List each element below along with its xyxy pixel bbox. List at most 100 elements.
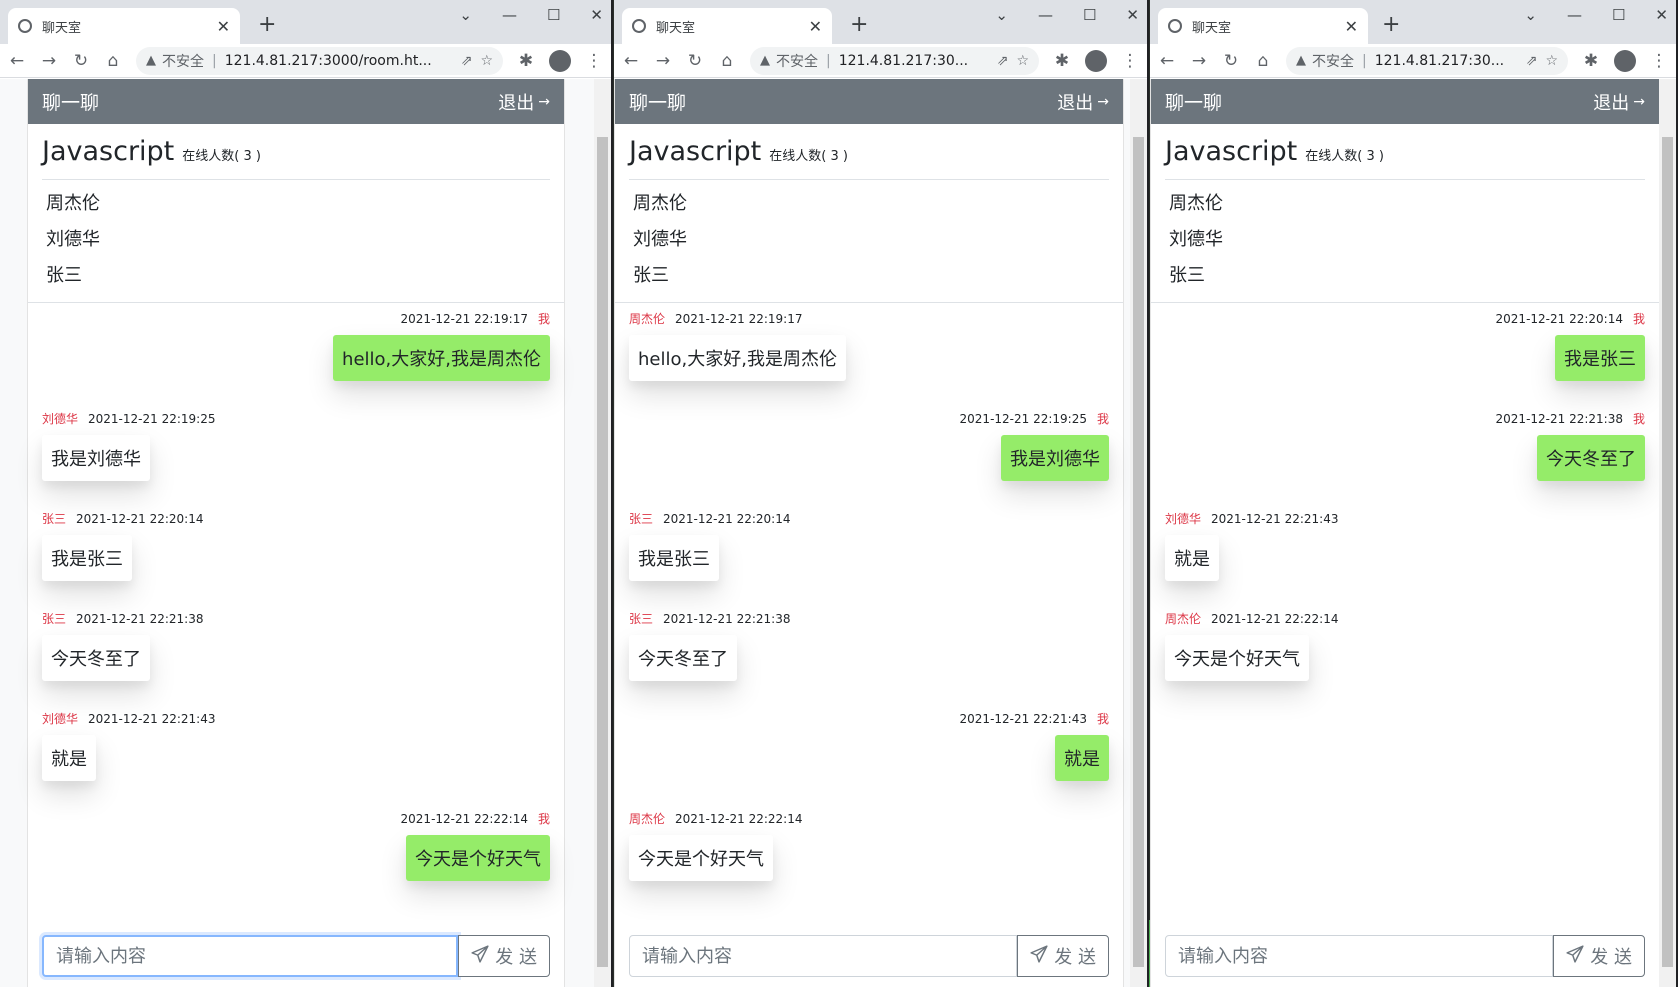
extensions-icon[interactable]: ✱ <box>1582 51 1600 71</box>
reload-icon[interactable]: ↻ <box>1222 51 1240 71</box>
room-title: Javascript 在线人数( 3 ) <box>629 136 1109 180</box>
send-button[interactable]: 发 送 <box>458 935 550 977</box>
message-author-me: 我 <box>1632 412 1645 426</box>
bubble-row: 我是张三 <box>629 529 1109 599</box>
logout-button[interactable]: 退出 → <box>1057 89 1109 115</box>
menu-kebab-icon[interactable]: ⋮ <box>585 51 603 71</box>
bookmark-star-icon[interactable]: ☆ <box>1016 53 1029 69</box>
insecure-label: 不安全 <box>776 53 818 70</box>
bubble-row: 我是刘德华 <box>629 429 1109 499</box>
chevron-down-icon[interactable]: ⌄ <box>459 6 472 24</box>
chat-page: 聊一聊 退出 → Javascript 在线人数( 3 ) 周杰伦 刘德华 张三 周杰伦 2021… <box>614 79 1124 987</box>
warning-icon: ▲ <box>760 53 770 68</box>
new-tab-button[interactable]: + <box>850 12 868 37</box>
browser-tab[interactable]: 聊天室 ✕ <box>1158 8 1368 44</box>
room-info: Javascript 在线人数( 3 ) 周杰伦 刘德华 张三 <box>28 124 564 302</box>
vertical-scrollbar[interactable] <box>594 79 611 987</box>
message-bubble: 我是张三 <box>629 535 719 581</box>
message-input[interactable] <box>1165 935 1554 977</box>
message-bubble: hello,大家好,我是周杰伦 <box>333 335 550 381</box>
send-button[interactable]: 发 送 <box>1553 935 1645 977</box>
extensions-icon[interactable]: ✱ <box>517 51 535 71</box>
close-window-button[interactable]: ✕ <box>1126 6 1139 24</box>
browser-toolbar: ← → ↻ ⌂ ▲ 不安全 | 121.4.81.217:3000/room.ht... ⇗ ☆ ✱… <box>0 44 611 78</box>
home-icon[interactable]: ⌂ <box>1254 51 1272 71</box>
address-bar[interactable]: ▲ 不安全 | 121.4.81.217:3000/room.ht... ⇗ ☆ <box>136 46 503 75</box>
bubble-row: 今天冬至了 <box>1165 429 1645 499</box>
logout-button[interactable]: 退出 → <box>498 89 550 115</box>
maximize-button[interactable]: ☐ <box>1083 6 1096 24</box>
bookmark-star-icon[interactable]: ☆ <box>480 53 493 69</box>
bubble-row: 我是刘德华 <box>42 429 550 499</box>
message-meta: 2021-12-21 22:19:17 我 <box>42 309 550 329</box>
message-bubble: 今天冬至了 <box>42 635 150 681</box>
chevron-down-icon[interactable]: ⌄ <box>995 6 1008 24</box>
message-list: 周杰伦 2021-12-21 22:19:17 hello,大家好,我是周杰伦 202… <box>615 303 1123 899</box>
share-icon[interactable]: ⇗ <box>997 53 1009 69</box>
bubble-row: hello,大家好,我是周杰伦 <box>629 329 1109 399</box>
scrollbar-thumb[interactable] <box>597 137 608 967</box>
address-bar[interactable]: ▲ 不安全 | 121.4.81.217:30... ⇗ ☆ <box>1286 46 1568 75</box>
share-icon[interactable]: ⇗ <box>1526 53 1538 69</box>
app-header: 聊一聊 退出 → <box>615 79 1123 124</box>
menu-kebab-icon[interactable]: ⋮ <box>1121 51 1139 71</box>
new-tab-button[interactable]: + <box>258 12 276 37</box>
profile-avatar[interactable] <box>1085 49 1107 72</box>
vertical-scrollbar[interactable] <box>1659 79 1676 987</box>
message-bubble: 我是张三 <box>42 535 132 581</box>
message-input[interactable] <box>629 935 1018 977</box>
maximize-button[interactable]: ☐ <box>547 6 560 24</box>
scrollbar-thumb[interactable] <box>1662 137 1673 967</box>
scrollbar-thumb[interactable] <box>1133 137 1144 967</box>
profile-avatar[interactable] <box>549 49 571 72</box>
back-arrow-icon[interactable]: ← <box>622 51 640 71</box>
close-window-button[interactable]: ✕ <box>1655 6 1668 24</box>
tab-title: 聊天室 <box>656 20 696 36</box>
bubble-row: 今天是个好天气 <box>1165 629 1645 699</box>
close-tab-icon[interactable]: ✕ <box>809 17 822 36</box>
logout-button[interactable]: 退出 → <box>1593 89 1645 115</box>
browser-tab[interactable]: 聊天室 ✕ <box>8 8 240 44</box>
chevron-down-icon[interactable]: ⌄ <box>1524 6 1537 24</box>
close-tab-icon[interactable]: ✕ <box>217 17 230 36</box>
close-tab-icon[interactable]: ✕ <box>1345 17 1358 36</box>
browser-window: 聊天室 ✕ + ⌄ — ☐ ✕ ← → ↻ ⌂ ▲ 不安全 | 121.4.81.217:3000/room… <box>0 0 613 987</box>
message-bubble: 今天是个好天气 <box>406 835 550 881</box>
send-button[interactable]: 发 送 <box>1017 935 1109 977</box>
share-icon[interactable]: ⇗ <box>461 53 473 69</box>
minimize-button[interactable]: — <box>1567 6 1582 24</box>
minimize-button[interactable]: — <box>502 6 517 24</box>
app-header: 聊一聊 退出 → <box>1151 79 1659 124</box>
message-meta: 2021-12-21 22:19:25 我 <box>629 409 1109 429</box>
message-input[interactable] <box>42 935 459 977</box>
extensions-icon[interactable]: ✱ <box>1053 51 1071 71</box>
globe-icon <box>18 19 32 33</box>
maximize-button[interactable]: ☐ <box>1612 6 1625 24</box>
back-arrow-icon[interactable]: ← <box>1158 51 1176 71</box>
message-bubble: 我是刘德华 <box>1001 435 1109 481</box>
back-arrow-icon[interactable]: ← <box>8 51 26 71</box>
reload-icon[interactable]: ↻ <box>72 51 90 71</box>
home-icon[interactable]: ⌂ <box>104 51 122 71</box>
forward-arrow-icon[interactable]: → <box>654 51 672 71</box>
new-tab-button[interactable]: + <box>1382 12 1400 37</box>
home-icon[interactable]: ⌂ <box>718 51 736 71</box>
send-label: 发 送 <box>495 947 537 968</box>
forward-arrow-icon[interactable]: → <box>40 51 58 71</box>
vertical-scrollbar[interactable] <box>1130 79 1147 987</box>
user-list-item: 周杰伦 <box>1169 193 1223 214</box>
minimize-button[interactable]: — <box>1038 6 1053 24</box>
reload-icon[interactable]: ↻ <box>686 51 704 71</box>
message-meta: 周杰伦 2021-12-21 22:22:14 <box>629 809 1109 829</box>
room-name: Javascript <box>42 136 175 167</box>
bookmark-star-icon[interactable]: ☆ <box>1545 53 1558 69</box>
address-bar[interactable]: ▲ 不安全 | 121.4.81.217:30... ⇗ ☆ <box>750 46 1039 75</box>
browser-tab[interactable]: 聊天室 ✕ <box>622 8 832 44</box>
profile-avatar[interactable] <box>1614 49 1636 72</box>
message-author: 张三 <box>629 512 654 526</box>
close-window-button[interactable]: ✕ <box>590 6 603 24</box>
menu-kebab-icon[interactable]: ⋮ <box>1650 51 1668 71</box>
forward-arrow-icon[interactable]: → <box>1190 51 1208 71</box>
bubble-row: 就是 <box>629 729 1109 799</box>
message-meta: 2021-12-21 22:21:38 我 <box>1165 409 1645 429</box>
